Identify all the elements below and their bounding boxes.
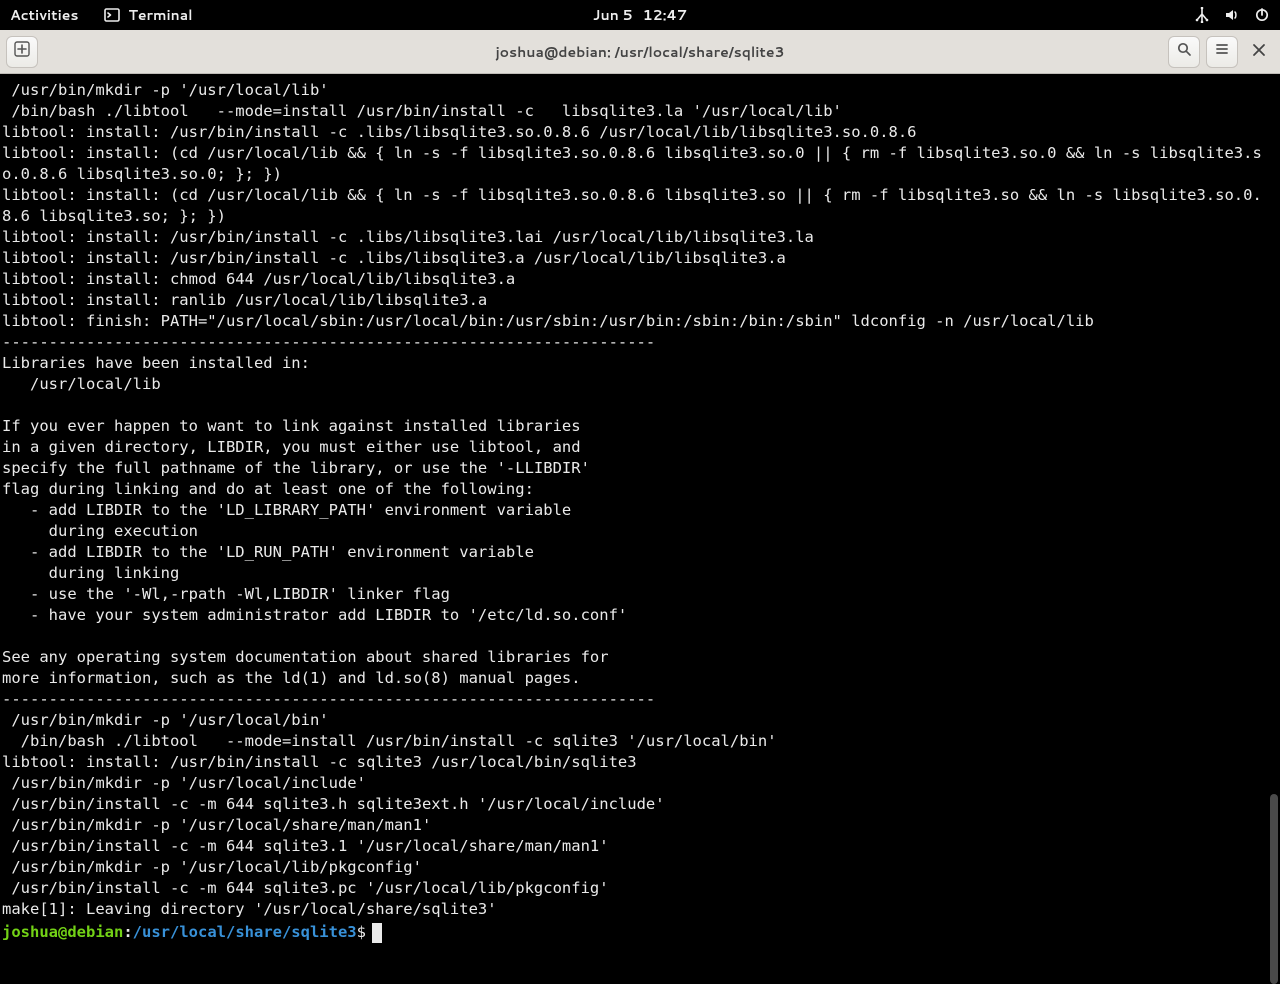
cursor [372,923,382,943]
time-label: 12:47 [643,5,688,25]
system-status-area[interactable] [1194,7,1270,23]
close-icon [1252,40,1266,63]
search-icon [1176,40,1192,63]
power-icon [1254,7,1270,23]
terminal-window: joshua@debian: /usr/local/share/sqlite3 … [0,30,1280,960]
date-label: Jun 5 [593,5,633,25]
window-title: joshua@debian: /usr/local/share/sqlite3 [496,42,785,62]
search-button[interactable] [1168,36,1200,68]
hamburger-icon [1214,40,1230,63]
close-button[interactable] [1244,37,1274,67]
prompt-cwd: /usr/local/share/sqlite3 [133,922,357,943]
volume-icon [1224,7,1240,23]
activities-button[interactable]: Activities [10,5,78,25]
gnome-top-bar: Activities Terminal Jun 5 12:47 [0,0,1280,30]
terminal-viewport[interactable]: /usr/bin/mkdir -p '/usr/local/lib' /bin/… [0,74,1280,960]
scrollbar-thumb[interactable] [1270,794,1278,984]
menu-button[interactable] [1206,36,1238,68]
active-app-menu[interactable]: Terminal [104,5,192,25]
prompt-user-host: joshua@debian [2,922,123,943]
prompt-sigil: $ [357,922,366,943]
plus-icon [14,40,30,63]
new-tab-button[interactable] [6,36,38,68]
terminal-output: /usr/bin/mkdir -p '/usr/local/lib' /bin/… [0,74,1280,922]
prompt-line[interactable]: joshua@debian : /usr/local/share/sqlite3… [0,922,1280,943]
headerbar: joshua@debian: /usr/local/share/sqlite3 [0,30,1280,74]
clock-menu[interactable]: Jun 5 12:47 [593,5,687,25]
prompt-separator: : [123,922,132,943]
active-app-label: Terminal [128,5,192,25]
network-icon [1194,7,1210,23]
terminal-icon [104,7,120,23]
